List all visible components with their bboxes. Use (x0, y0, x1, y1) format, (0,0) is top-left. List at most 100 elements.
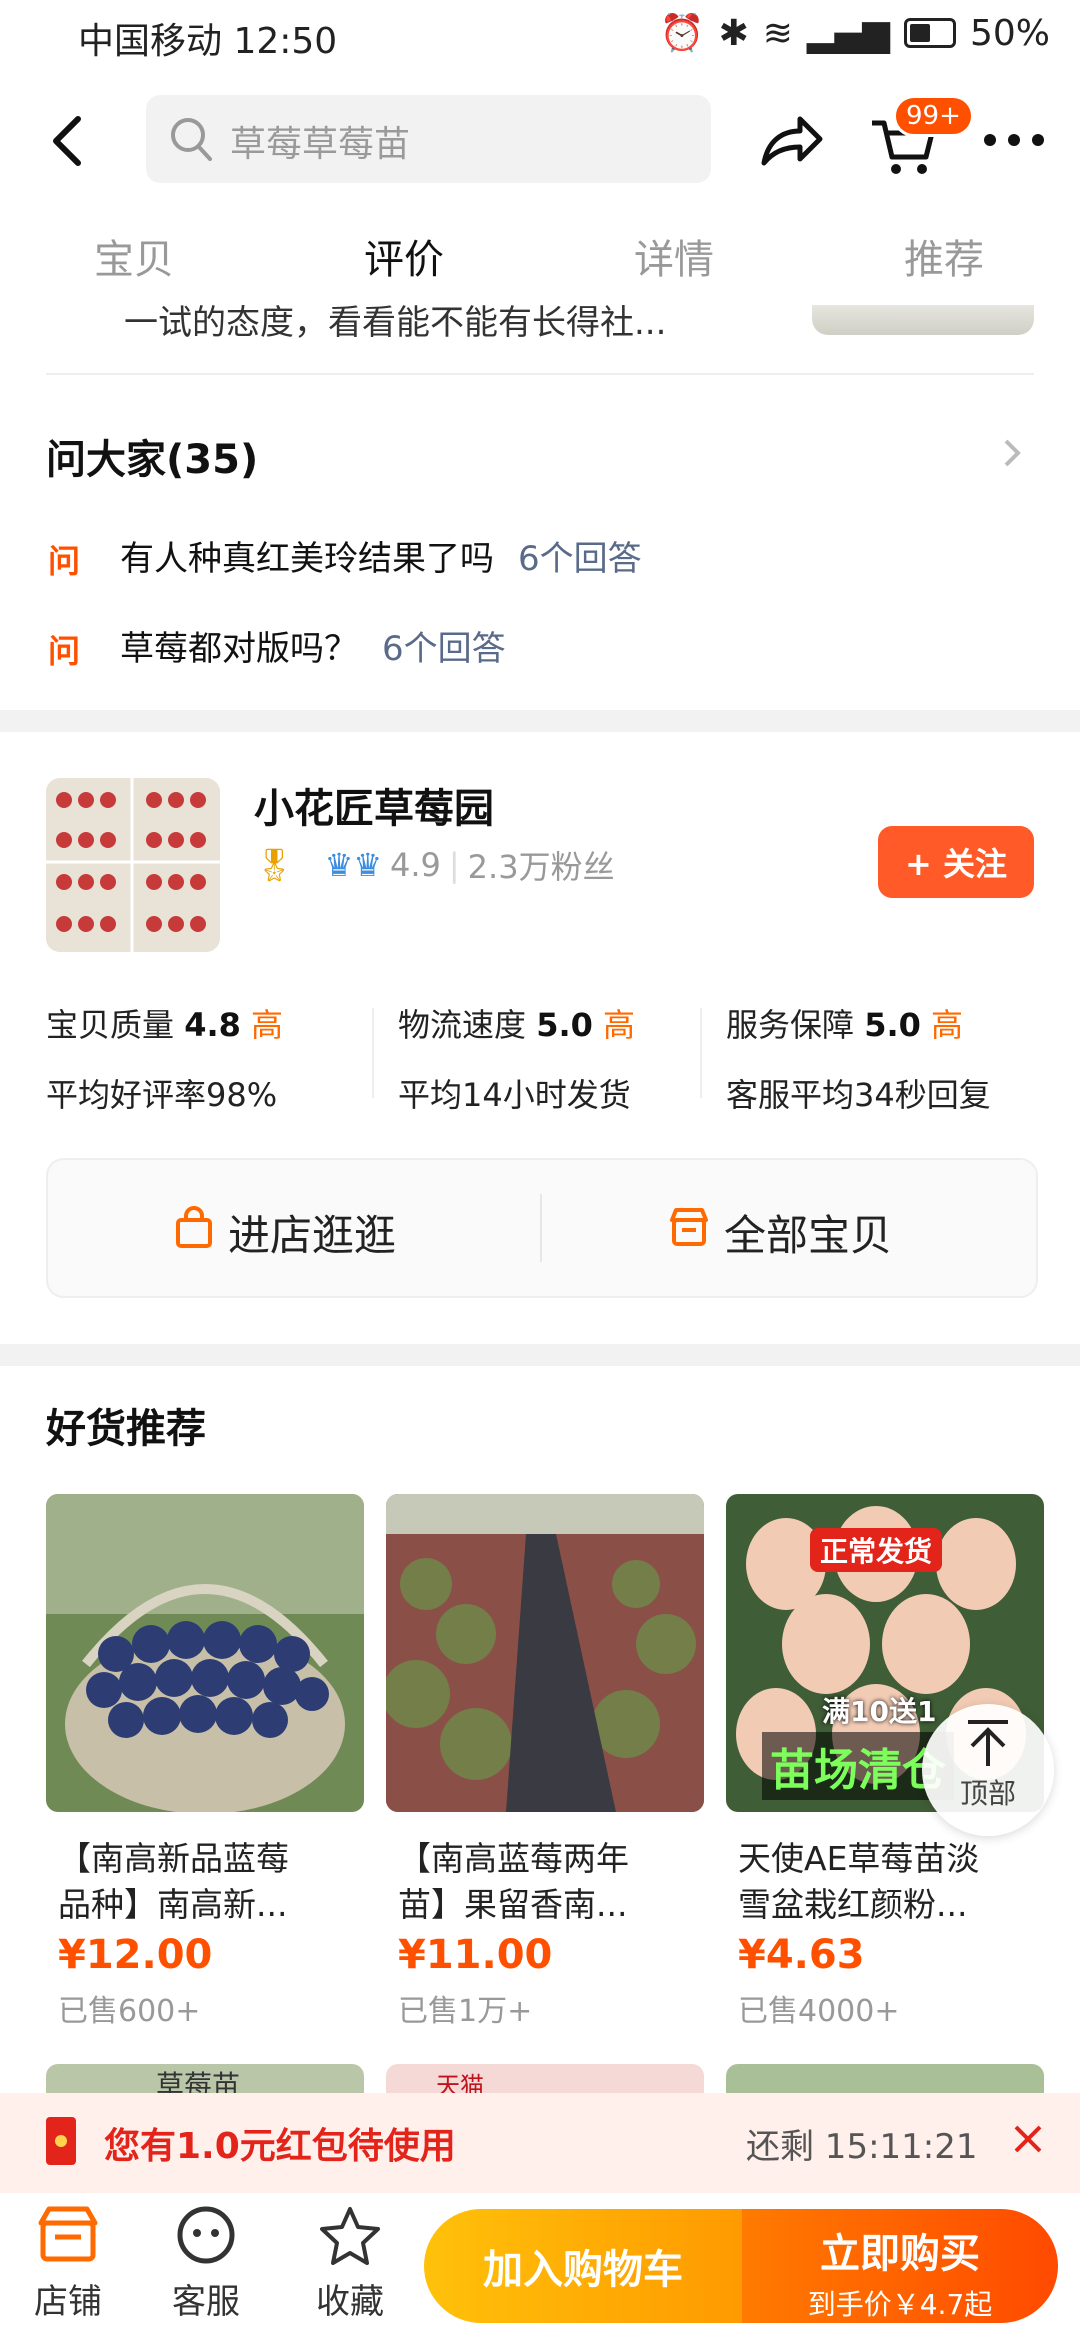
buy-now-label: 立即购买 (820, 2231, 980, 2277)
arrow-up-icon (968, 1720, 1008, 1766)
back-to-top-button[interactable]: 顶部 (922, 1704, 1054, 1836)
divider (540, 1194, 542, 1262)
shop-name[interactable]: 小花匠草莓园 (254, 776, 494, 834)
status-icons: ⏰ ✱ ≋ ▂▄▆ 50% (659, 12, 1050, 55)
product-image[interactable] (386, 1494, 704, 1812)
battery-icon (903, 18, 956, 48)
qa-question[interactable]: 问 有人种真红美玲结果了吗 6个回答 (48, 531, 642, 580)
recommend-section: 好货推荐 【南高新品蓝莓 品种】南高新... ¥12.00 已售600+ 【南高… (0, 1366, 1080, 2104)
product-tag: 满10送1 (822, 1695, 937, 1728)
metric-label: 物流速度 (398, 1006, 527, 1044)
divider (372, 1008, 374, 1098)
search-input[interactable]: 草莓草莓苗 (146, 95, 711, 183)
metric-value: 5.0 (536, 1006, 593, 1044)
chevron-right-icon[interactable] (1000, 433, 1024, 477)
coupon-text: 您有1.0元红包待使用 (104, 2126, 456, 2167)
qa-question[interactable]: 问 草莓都对版吗？ 6个回答 (48, 621, 506, 670)
coupon-countdown: 还剩 15:11:21 (746, 2127, 978, 2167)
product-price: ¥11.00 (398, 1932, 553, 1978)
all-items-label: 全部宝贝 (724, 1211, 893, 1260)
back-to-top-label: 顶部 (959, 1777, 1016, 1810)
medal-icon: 🎖 (254, 846, 295, 884)
store-icon (668, 1206, 710, 1260)
store-icon (38, 2206, 98, 2262)
product-price: ¥4.63 (738, 1932, 865, 1978)
search-placeholder: 草莓草莓苗 (230, 124, 411, 165)
tab-reviews[interactable]: 评价 (364, 227, 444, 285)
shop-rating: 🎖 ♛♛ 4.9 | 2.3万粉丝 (254, 842, 615, 888)
favorite-nav-label: 收藏 (316, 2282, 384, 2322)
close-icon[interactable] (1012, 2123, 1044, 2159)
follow-button[interactable]: + 关注 (878, 826, 1034, 898)
enter-shop-label: 进店逛逛 (228, 1211, 397, 1260)
question-text: 草莓都对版吗？ (120, 629, 358, 669)
product-sold: 已售600+ (58, 1994, 201, 2029)
coupon-bar[interactable]: 您有1.0元红包待使用 还剩 15:11:21 (0, 2093, 1080, 2193)
star-icon (320, 2207, 380, 2265)
metric-label: 宝贝质量 (46, 1006, 175, 1044)
shop-buttons: 进店逛逛 全部宝贝 (46, 1158, 1038, 1298)
metric-logistics: 物流速度 5.0 高 平均14小时发货 (398, 1000, 635, 1116)
service-nav-button[interactable]: 客服 (156, 2205, 256, 2323)
answer-count: 6个回答 (382, 629, 506, 669)
bluetooth-icon: ✱ (718, 12, 749, 54)
product-price: ¥12.00 (58, 1932, 213, 1978)
product-sold: 已售1万+ (398, 1994, 533, 2029)
carrier-time: 中国移动 12:50 (78, 21, 338, 62)
metric-label: 服务保障 (726, 1006, 855, 1044)
metric-level: 高 (251, 1006, 284, 1044)
shop-nav-button[interactable]: 店铺 (18, 2205, 118, 2323)
tab-details[interactable]: 详情 (634, 227, 714, 285)
customer-service-icon (177, 2206, 235, 2264)
more-icon[interactable] (982, 127, 1046, 157)
shop-avatar[interactable] (46, 778, 220, 952)
share-icon[interactable] (756, 101, 826, 185)
wifi-icon: ≋ (762, 12, 793, 54)
crown-icon: ♛♛ (324, 846, 382, 884)
review-snippet: 一试的态度，看看能不能有长得社... (124, 303, 667, 343)
qa-section: 一试的态度，看看能不能有长得社... 问大家(35) 问 有人种真红美玲结果了吗… (0, 303, 1080, 710)
qa-title[interactable]: 问大家(35) (46, 427, 258, 485)
metric-value: 4.8 (184, 1006, 241, 1044)
tab-recommend[interactable]: 推荐 (904, 227, 984, 285)
red-packet-icon (46, 2117, 76, 2165)
all-items-button[interactable]: 全部宝贝 (668, 1202, 892, 1263)
alarm-icon: ⏰ (659, 13, 705, 54)
product-card[interactable]: 【南高蓝莓两年 苗】果留香南... ¥11.00 已售1万+ (386, 1494, 704, 2030)
question-icon: 问 (48, 541, 81, 580)
product-tag: 正常发货 (810, 1528, 943, 1572)
product-title: 【南高新品蓝莓 品种】南高新... (58, 1839, 289, 1924)
metric-level: 高 (931, 1006, 964, 1044)
shop-fans: 2.3万粉丝 (467, 848, 615, 886)
tab-item[interactable]: 宝贝 (94, 227, 174, 285)
product-title: 【南高蓝莓两年 苗】果留香南... (398, 1839, 629, 1924)
shop-score: 4.9 (390, 846, 441, 884)
metric-sub: 平均14小时发货 (398, 1076, 631, 1114)
metric-value: 5.0 (864, 1006, 921, 1044)
buy-now-button[interactable]: 立即购买 到手价￥4.7起 (742, 2209, 1058, 2323)
review-image[interactable] (812, 305, 1034, 335)
metric-quality: 宝贝质量 4.8 高 平均好评率98% (46, 1000, 283, 1116)
product-image[interactable] (46, 1494, 364, 1812)
shopping-bag-icon (174, 1205, 214, 1260)
metric-level: 高 (603, 1006, 636, 1044)
product-card[interactable]: 【南高新品蓝莓 品种】南高新... ¥12.00 已售600+ (46, 1494, 364, 2030)
divider (700, 1008, 702, 1098)
metric-service: 服务保障 5.0 高 客服平均34秒回复 (726, 1000, 991, 1116)
question-text: 有人种真红美玲结果了吗 (120, 539, 494, 579)
search-icon (166, 111, 216, 171)
service-nav-label: 客服 (172, 2282, 240, 2322)
product-title: 天使AE草莓苗淡 雪盆栽红颜粉... (738, 1839, 980, 1924)
status-bar: 中国移动 12:50 ⏰ ✱ ≋ ▂▄▆ 50% (0, 0, 1080, 75)
recommend-title: 好货推荐 (46, 1406, 206, 1452)
buy-now-price: 到手价￥4.7起 (807, 2288, 993, 2321)
cart-badge: 99+ (893, 95, 974, 137)
back-icon[interactable] (40, 101, 100, 181)
favorite-nav-button[interactable]: 收藏 (300, 2205, 400, 2323)
enter-shop-button[interactable]: 进店逛逛 (174, 1202, 396, 1263)
battery-percent: 50% (969, 12, 1050, 54)
signal-icon: ▂▄▆ (806, 12, 890, 54)
add-to-cart-button[interactable]: 加入购物车 (424, 2209, 742, 2323)
shop-nav-label: 店铺 (34, 2282, 102, 2322)
metric-sub: 平均好评率98% (46, 1076, 278, 1114)
